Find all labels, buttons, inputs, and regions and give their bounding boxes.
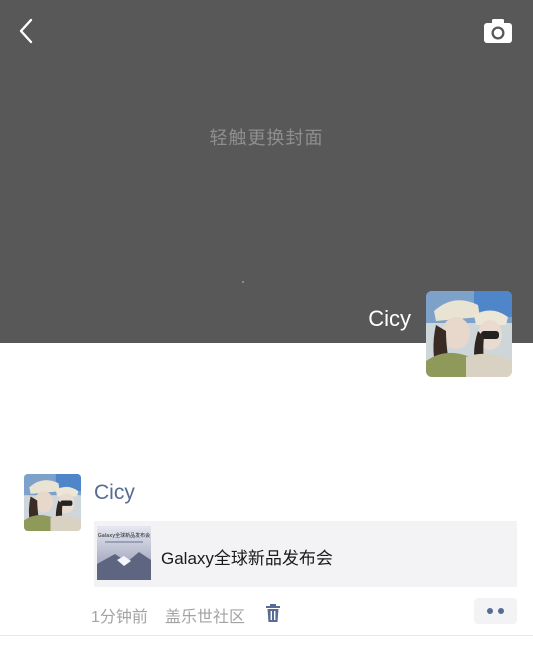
change-cover-hint[interactable]: 轻触更换封面 bbox=[0, 124, 533, 150]
cover-dot bbox=[242, 281, 244, 283]
user-avatar-photo bbox=[426, 291, 512, 377]
chevron-left-icon[interactable] bbox=[12, 16, 42, 46]
trash-icon[interactable] bbox=[264, 603, 282, 623]
link-title: Galaxy全球新品发布会 bbox=[161, 549, 333, 568]
post-author-avatar[interactable] bbox=[24, 474, 81, 531]
post-author-name[interactable]: Cicy bbox=[94, 481, 135, 505]
shared-link-card[interactable]: Galaxy全球新品发布会 Galaxy全球新品发布会 bbox=[94, 521, 517, 587]
thumbnail-title: Galaxy全球新品发布会 bbox=[98, 532, 150, 539]
user-avatar-photo bbox=[24, 474, 81, 531]
more-dots-icon bbox=[487, 608, 493, 614]
post-location[interactable]: 盖乐世社区 bbox=[165, 603, 245, 627]
profile-name: Cicy bbox=[368, 306, 411, 331]
post-time: 1分钟前 bbox=[91, 609, 148, 626]
feed-divider bbox=[0, 635, 533, 636]
profile-avatar[interactable] bbox=[426, 291, 512, 377]
camera-icon[interactable] bbox=[483, 18, 513, 44]
link-thumbnail: Galaxy全球新品发布会 bbox=[97, 526, 151, 580]
more-dots-icon bbox=[498, 608, 504, 614]
more-actions-button[interactable] bbox=[474, 598, 517, 624]
